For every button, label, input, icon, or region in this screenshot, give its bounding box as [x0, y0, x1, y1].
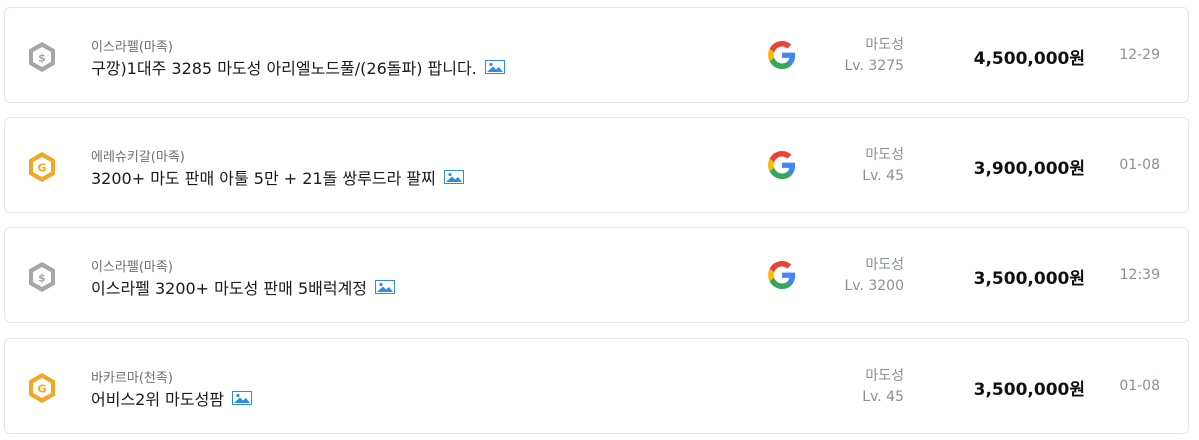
character-level: Lv. 3275 — [844, 58, 904, 74]
gold-seller-badge-icon: G — [27, 151, 57, 183]
svg-text:$: $ — [38, 272, 46, 285]
silver-seller-badge-icon: $ — [27, 261, 57, 293]
listing-card[interactable]: G 에레슈키갈(마족) 3200+ 마도 판매 아툴 5만 + 21돌 쌍루드라… — [4, 117, 1189, 213]
image-attached-icon — [375, 280, 396, 294]
listing-title[interactable]: 어비스2위 마도성팜 — [91, 386, 224, 410]
listing-date: 01-08 — [1119, 378, 1160, 394]
listing-price: 4,500,000원 — [973, 49, 1085, 69]
character-class: 마도성 — [865, 37, 904, 53]
listing-price: 3,500,000원 — [973, 380, 1085, 400]
image-attached-icon — [443, 170, 464, 184]
character-info: 마도성 Lv. 3200 — [844, 255, 904, 297]
listing-title[interactable]: 이스라펠 3200+ 마도성 판매 5배럭계정 — [91, 275, 367, 299]
listing-date: 12-29 — [1119, 47, 1160, 63]
listing-title-row[interactable]: 어비스2위 마도성팜 — [91, 386, 253, 410]
listing-price: 3,900,000원 — [973, 159, 1085, 179]
listing-list: $ 이스라펠(마족) 구깡)1대주 3285 마도성 아리엘노드풀/(26돌파)… — [0, 0, 1199, 440]
listing-date: 01-08 — [1119, 157, 1160, 173]
server-name: 바카르마(천족) — [91, 371, 173, 386]
listing-card[interactable]: $ 이스라펠(마족) 구깡)1대주 3285 마도성 아리엘노드풀/(26돌파)… — [4, 7, 1189, 103]
character-info: 마도성 Lv. 45 — [862, 366, 904, 408]
server-name: 에레슈키갈(마족) — [91, 150, 185, 165]
character-info: 마도성 Lv. 3275 — [844, 35, 904, 77]
google-icon — [768, 41, 796, 69]
svg-text:$: $ — [38, 52, 46, 65]
image-attached-icon — [484, 60, 505, 74]
character-level: Lv. 3200 — [844, 278, 904, 294]
silver-seller-badge-icon: $ — [27, 41, 57, 73]
character-class: 마도성 — [865, 257, 904, 273]
google-icon — [768, 261, 796, 289]
image-attached-icon — [232, 391, 253, 405]
character-class: 마도성 — [865, 147, 904, 163]
server-name: 이스라펠(마족) — [91, 40, 173, 55]
gold-seller-badge-icon: G — [27, 372, 57, 404]
server-name: 이스라펠(마족) — [91, 260, 173, 275]
listing-title-row[interactable]: 3200+ 마도 판매 아툴 5만 + 21돌 쌍루드라 팔찌 — [91, 165, 464, 189]
listing-title[interactable]: 구깡)1대주 3285 마도성 아리엘노드풀/(26돌파) 팝니다. — [91, 55, 477, 79]
listing-title[interactable]: 3200+ 마도 판매 아툴 5만 + 21돌 쌍루드라 팔찌 — [91, 165, 436, 189]
listing-date: 12:39 — [1119, 267, 1160, 283]
listing-card[interactable]: $ 이스라펠(마족) 이스라펠 3200+ 마도성 판매 5배럭계정 마도성 L… — [4, 227, 1189, 323]
character-level: Lv. 45 — [862, 389, 904, 405]
listing-title-row[interactable]: 구깡)1대주 3285 마도성 아리엘노드풀/(26돌파) 팝니다. — [91, 55, 505, 79]
listing-card[interactable]: G 바카르마(천족) 어비스2위 마도성팜 마도성 Lv. 45 3,500,0… — [4, 338, 1189, 434]
character-info: 마도성 Lv. 45 — [862, 145, 904, 187]
character-class: 마도성 — [865, 368, 904, 384]
character-level: Lv. 45 — [862, 168, 904, 184]
listing-title-row[interactable]: 이스라펠 3200+ 마도성 판매 5배럭계정 — [91, 275, 396, 299]
svg-text:G: G — [37, 383, 46, 396]
svg-text:G: G — [37, 162, 46, 175]
google-icon — [768, 151, 796, 179]
listing-price: 3,500,000원 — [973, 269, 1085, 289]
